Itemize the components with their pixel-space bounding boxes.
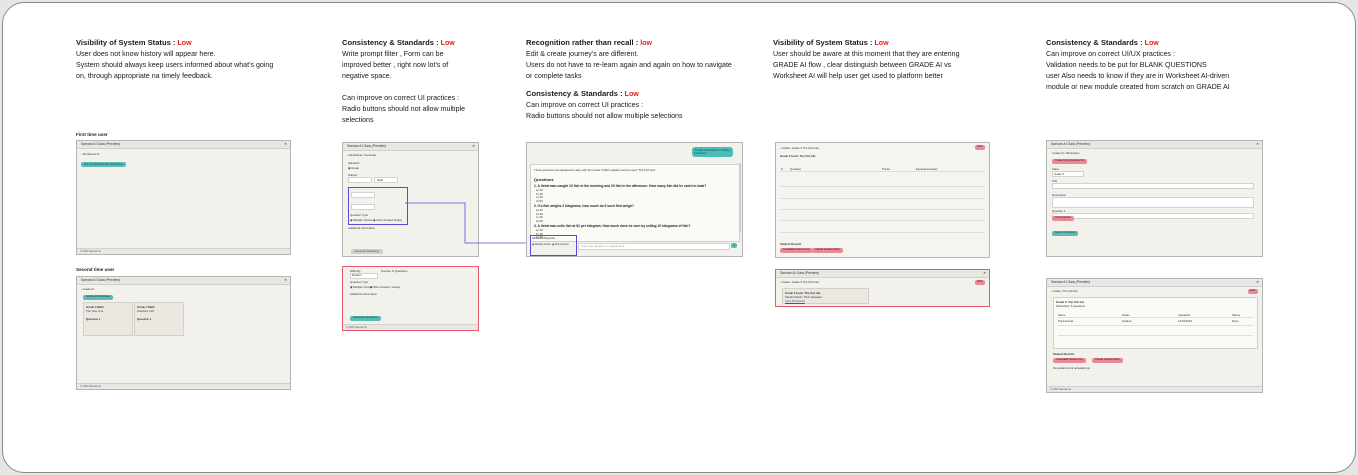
grade-edit-answer-key-button[interactable]: Grade/Edit Answer Key: [1053, 358, 1086, 363]
window-titlebar: Sarvam AI Gaia (Preview) ✕: [1047, 141, 1262, 149]
window-titlebar: Sarvam AI Gaia (Preview) ✕: [1047, 279, 1262, 287]
question-2: 2. If a fish weighs 2 kilograms, how muc…: [534, 204, 635, 208]
window-title: Sarvam AI Gaia (Preview): [1051, 142, 1091, 146]
close-icon[interactable]: ✕: [1256, 279, 1259, 286]
create-new-question-set-button[interactable]: Create New Question Set: [1052, 159, 1088, 164]
breadcrumb: ‹ Grade / The fish hat: [1051, 289, 1078, 293]
filter-radio-short[interactable]: ◉ Short Answer: [552, 243, 569, 246]
upload-student-work-button[interactable]: Upload Student Work: [812, 248, 843, 253]
radio-label: Short Answer: [554, 243, 569, 246]
scrollbar[interactable]: [739, 163, 741, 233]
screenshot-grade-ai-header: Sarvam AI Gaia (Preview) ✕ ‹ Grade / Grad…: [775, 269, 990, 307]
ai-response-card: These questions are designed to align wi…: [530, 164, 740, 242]
table-row: [780, 171, 985, 172]
table-row: [780, 198, 985, 199]
canvas-board: Visibility of System Status : Low User d…: [2, 2, 1356, 473]
screenshot-student-results: Sarvam AI Gaia (Preview) ✕ ‹ Grade / The …: [1046, 278, 1263, 393]
student-results-heading: Student Results: [780, 242, 802, 246]
radio-label: Multiple Choice: [534, 243, 552, 246]
description-input[interactable]: [1052, 197, 1254, 208]
send-icon[interactable]: ➤: [731, 243, 738, 248]
additional-requests-label: Additional Requests: [532, 237, 556, 240]
breadcrumb-text: Grade / The fish hat: [1052, 289, 1078, 293]
student-status: Done: [1232, 319, 1239, 323]
table-row: [780, 209, 985, 210]
breadcrumb-text: Grade / Grade 3 The Fish Hat: [781, 146, 819, 150]
window-title: Sarvam AI Gaia (Preview): [1051, 280, 1091, 284]
breadcrumb-text: Grade / Grade 3 The Fish Hat: [781, 280, 819, 284]
title-input[interactable]: [1052, 183, 1254, 189]
edit-badge[interactable]: Edit: [1247, 289, 1258, 294]
class-value: Grade 3: [1054, 171, 1065, 176]
worksheet-card[interactable]: Grade 3 book: The fish hat Student Work:…: [782, 288, 869, 304]
chat-input-placeholder: Type your question or request here: [581, 244, 625, 248]
question-1: 1. A fisherman caught 10 fish in the mor…: [534, 184, 707, 188]
screenshot-grade-ai-table: ‹ Grade / Grade 3 The Fish Hat Edit Grad…: [775, 142, 990, 258]
add-question-button[interactable]: Add Question: [1052, 216, 1074, 221]
close-icon[interactable]: ✕: [983, 270, 986, 277]
breadcrumb: ‹ Grade AI / Worksheet: [1051, 151, 1080, 155]
breadcrumb: ‹ Grade / Grade 3 The Fish Hat: [780, 146, 819, 150]
grade-edit-answer-key-button[interactable]: Grade/Edit Answer Key: [780, 248, 813, 253]
filter-radio-multiple[interactable]: ◉ Multiple Choice: [532, 243, 551, 246]
table-row: [1058, 335, 1253, 336]
worksheet-title: Grade 3 book: The fish hat: [780, 154, 816, 158]
window-titlebar: Sarvam AI Gaia (Preview) ✕: [776, 270, 989, 278]
screenshot-create-question-set: Sarvam AI Gaia (Preview) ✕ ‹ Grade AI / W…: [1046, 140, 1263, 257]
table-row: [780, 232, 985, 233]
table-divider: [1058, 317, 1253, 318]
student-results-heading: Student Results: [1053, 352, 1075, 356]
student-grade: Graded: [1122, 319, 1132, 323]
option: d) 50: [536, 198, 543, 203]
table-row: [780, 220, 985, 221]
worksheet-meta: Worksheet: 8 questions: [1056, 304, 1086, 308]
save-continue-button[interactable]: Save & Continue: [1052, 231, 1079, 236]
user-message-bubble: I'd need a worksheet on fishing & fracti…: [692, 147, 733, 157]
option: d) 50: [536, 218, 543, 223]
screenshot-chat-worksheet: I'd need a worksheet on fishing & fracti…: [526, 142, 743, 257]
edit-badge[interactable]: Edit: [974, 280, 985, 285]
question-3: 3. A fisherman sells fish at $2 per kilo…: [534, 224, 691, 228]
window-footer: © 2024 Sarvam.ai: [1047, 386, 1262, 392]
table-row: [1058, 325, 1253, 326]
empty-results-text: No student work uploaded yet: [1053, 366, 1091, 370]
student-uploaded: 12/04/2024: [1178, 319, 1192, 323]
question-input[interactable]: [1052, 213, 1254, 219]
breadcrumb-text: Grade AI / Worksheet: [1052, 151, 1080, 155]
response-intro: These questions are designed to align wi…: [534, 168, 656, 172]
student-name: Priya Kumar: [1058, 319, 1074, 323]
edit-badge[interactable]: Edit: [974, 145, 985, 150]
table-row: [780, 186, 985, 187]
close-icon[interactable]: ✕: [1256, 141, 1259, 148]
questions-heading: Questions: [534, 177, 554, 182]
user-message-text: I'd need a worksheet on fishing & fracti…: [694, 149, 730, 155]
results-table-card: Grade 3: The fish hat Worksheet: 8 quest…: [1053, 297, 1258, 349]
window-title: Sarvam AI Gaia (Preview): [780, 271, 820, 275]
breadcrumb: ‹ Grade / Grade 3 The Fish Hat: [780, 280, 819, 284]
view-results-link[interactable]: View All Results: [785, 299, 805, 303]
upload-student-work-button[interactable]: Upload Student Work: [1092, 358, 1123, 363]
